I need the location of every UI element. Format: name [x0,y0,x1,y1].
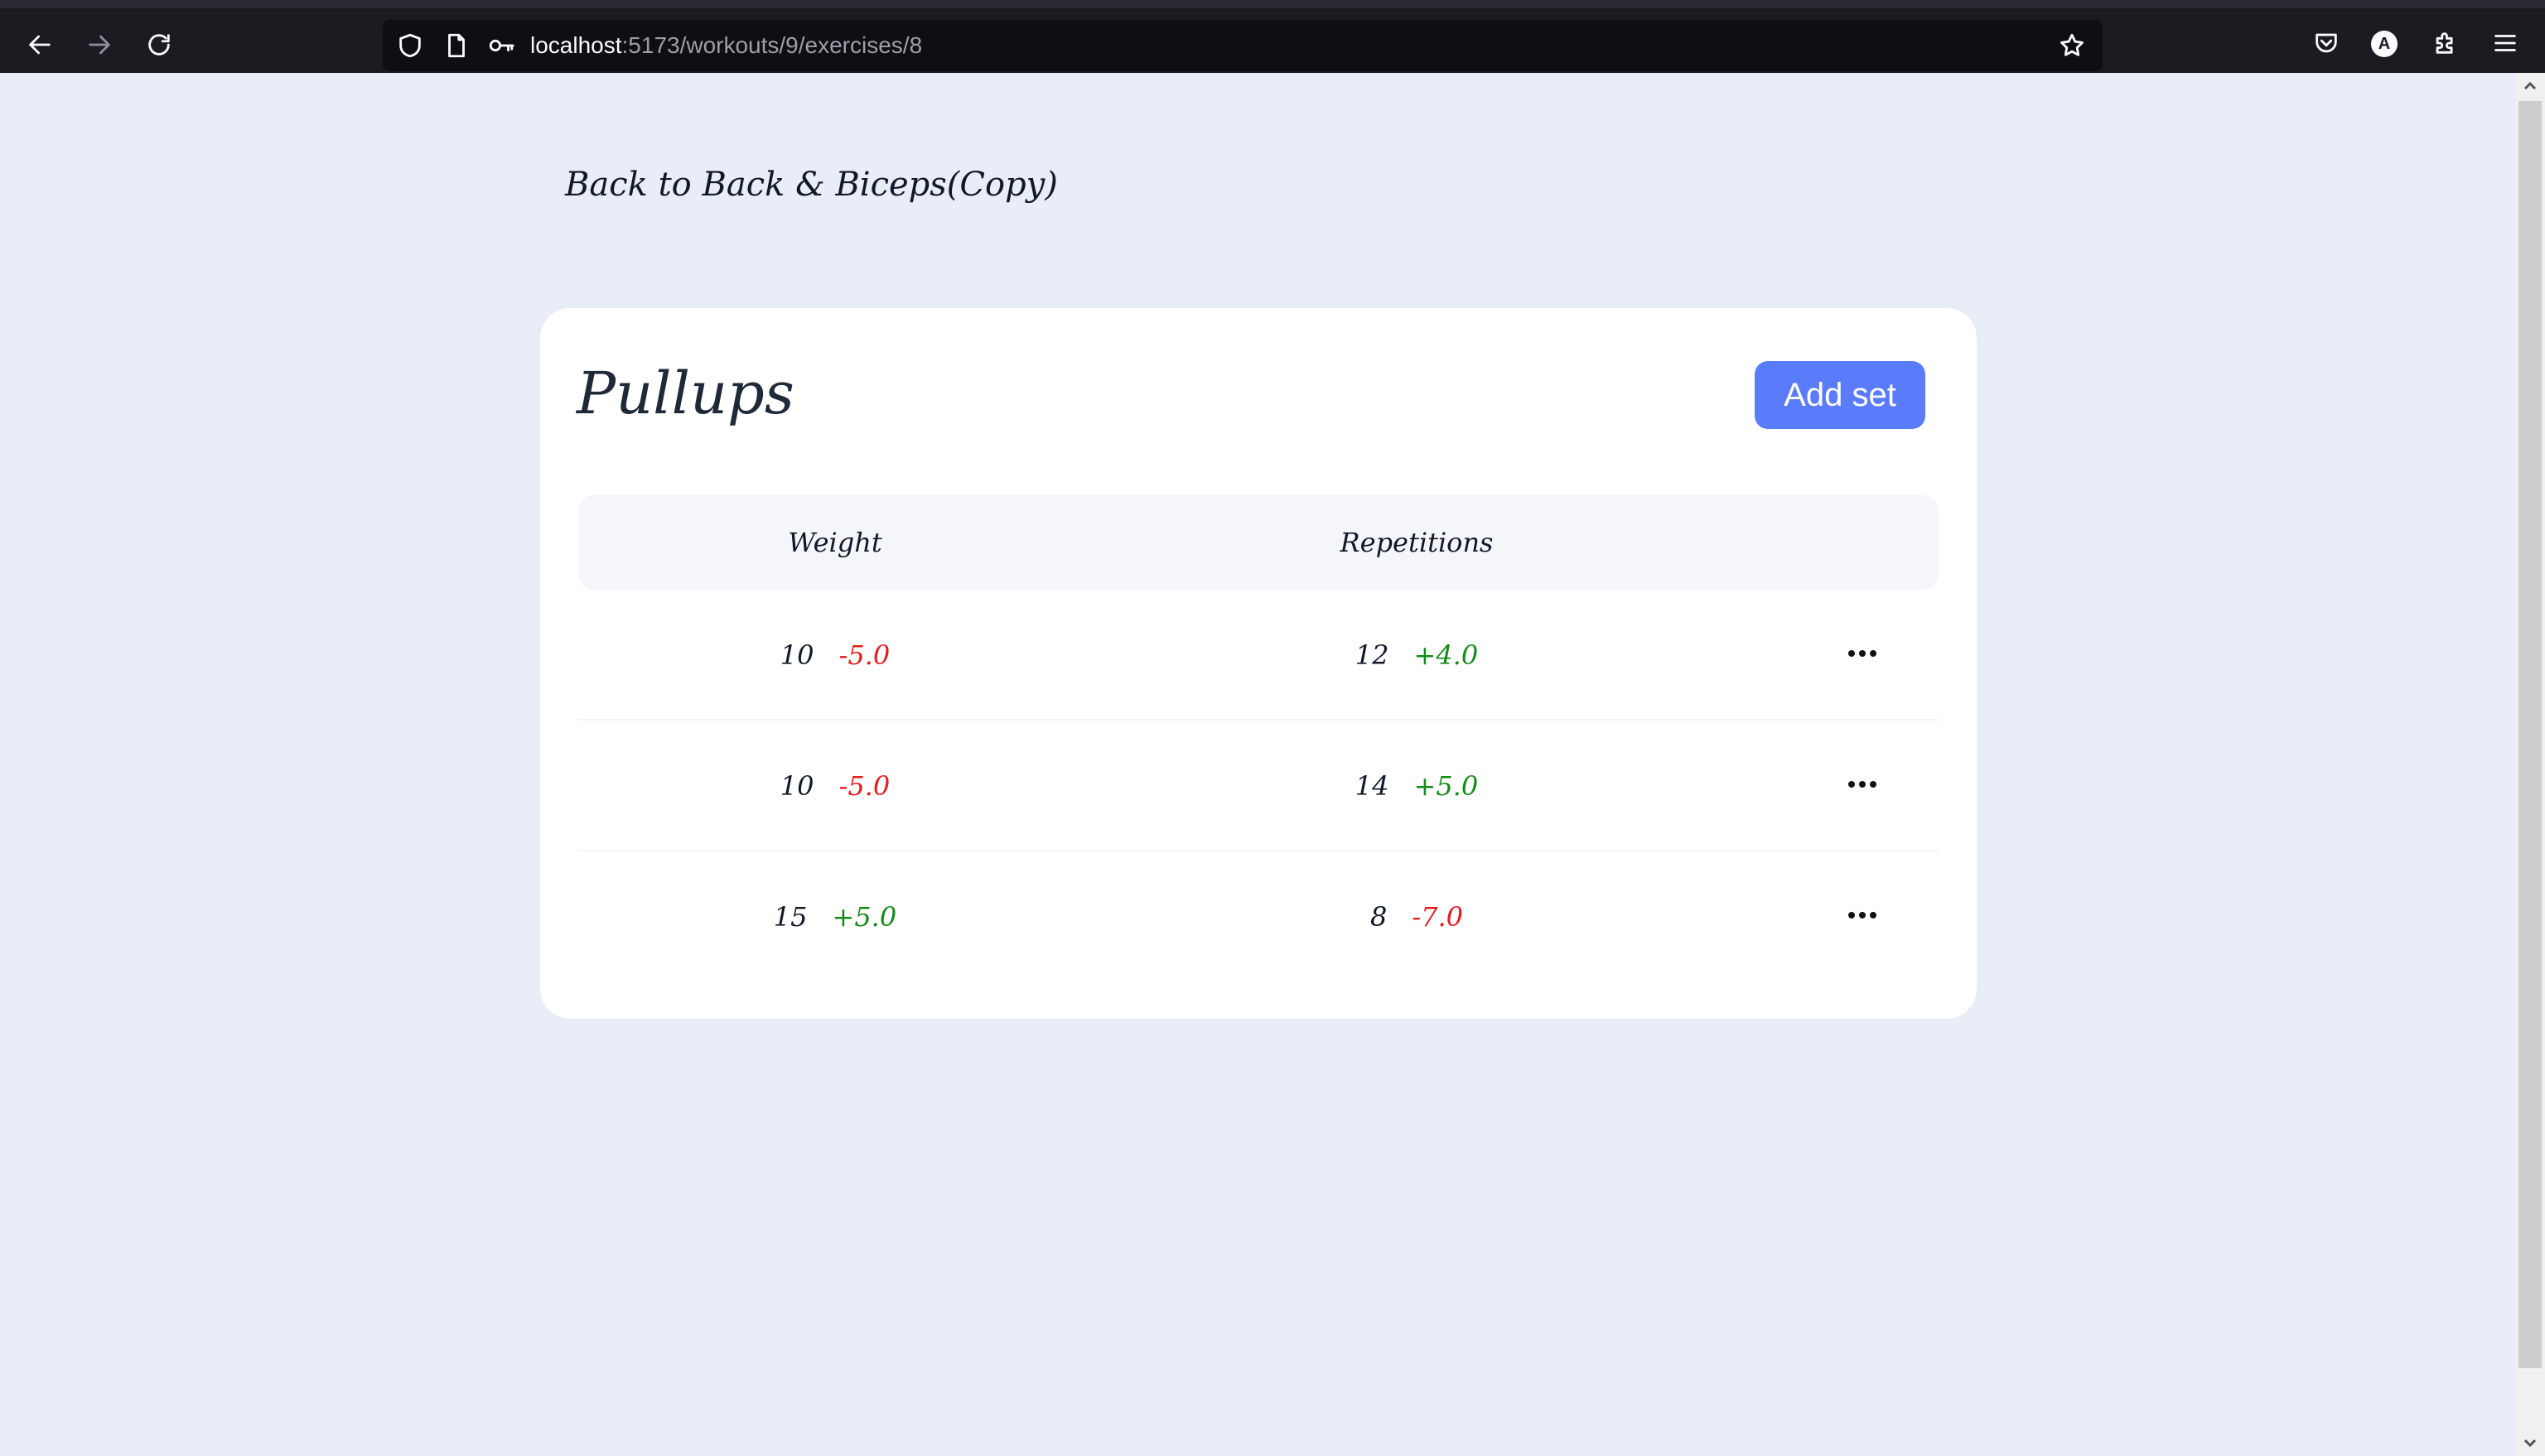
page-icon[interactable] [442,31,471,60]
pocket-icon [2316,33,2337,53]
hamburger-menu-icon [2494,35,2516,51]
chevron-up-icon [2523,81,2537,90]
url-bar[interactable]: localhost:5173/workouts/9/exercises/8 [383,20,2103,71]
url-host: localhost [530,32,622,58]
shield-icon[interactable] [396,31,424,60]
reload-button[interactable] [136,22,182,68]
column-header-repetitions: Repetitions [1340,527,1494,558]
weight-delta: -5.0 [838,770,891,802]
table-row: 10 -5.0 14 +5.0 [578,721,1939,851]
page-scrollbar[interactable] [2515,73,2545,1456]
back-button[interactable] [17,22,63,68]
arrow-left-icon [29,35,51,55]
url-text[interactable]: localhost:5173/workouts/9/exercises/8 [530,31,922,60]
pocket-button[interactable] [2310,27,2343,60]
weight-value: 10 [780,639,814,671]
weight-cell: 15 +5.0 [669,851,1001,982]
reps-value: 12 [1355,639,1389,671]
reload-icon [148,34,170,55]
reps-cell: 14 +5.0 [1251,721,1582,851]
puzzle-icon [2436,32,2453,54]
weight-cell: 10 -5.0 [669,721,1001,851]
reps-delta: +5.0 [1413,770,1479,802]
reps-value: 8 [1369,901,1388,933]
browser-toolbar: localhost:5173/workouts/9/exercises/8 A [0,0,2545,73]
chevron-down-icon [2523,1439,2537,1448]
weight-delta: -5.0 [838,639,891,671]
key-icon[interactable] [487,31,515,60]
weight-value: 15 [773,901,808,933]
scroll-thumb[interactable] [2518,101,2542,1368]
star-icon[interactable] [2058,31,2086,60]
weight-cell: 10 -5.0 [669,590,1001,721]
exercise-card: Pullups Add set Weight Repetitions 10 -5… [540,308,1977,1019]
back-to-workout-link[interactable]: Back to Back & Biceps(Copy) [565,166,1058,204]
reps-cell: 12 +4.0 [1251,590,1582,721]
reps-cell: 8 -7.0 [1251,851,1582,982]
add-set-button[interactable]: Add set [1755,361,1925,429]
scroll-up-arrow[interactable] [2520,76,2540,96]
weight-delta: +5.0 [832,901,897,933]
table-row: 10 -5.0 12 +4.0 [578,590,1939,721]
exercise-title: Pullups [577,359,794,427]
reps-delta: -7.0 [1412,901,1464,933]
weight-value: 10 [780,770,814,802]
more-horizontal-icon[interactable] [1838,894,1887,936]
extensions-button[interactable] [2429,27,2462,60]
account-avatar[interactable]: A [2371,31,2398,57]
menu-button[interactable] [2489,27,2522,60]
scroll-down-arrow[interactable] [2520,1433,2540,1453]
table-row: 15 +5.0 8 -7.0 [578,851,1939,982]
table-header: Weight Repetitions [578,495,1939,590]
forward-button[interactable] [76,22,123,68]
more-horizontal-icon[interactable] [1838,764,1887,805]
column-header-weight: Weight [788,527,882,558]
sets-table: Weight Repetitions 10 -5.0 12 +4.0 10 -5… [578,495,1939,982]
reps-delta: +4.0 [1413,639,1479,671]
arrow-right-icon [89,35,110,55]
table-body: 10 -5.0 12 +4.0 10 -5.0 14 +5.0 15 +5.0 … [578,590,1939,982]
url-path: :5173/workouts/9/exercises/8 [621,32,923,58]
reps-value: 14 [1355,770,1389,802]
more-horizontal-icon[interactable] [1838,633,1887,674]
